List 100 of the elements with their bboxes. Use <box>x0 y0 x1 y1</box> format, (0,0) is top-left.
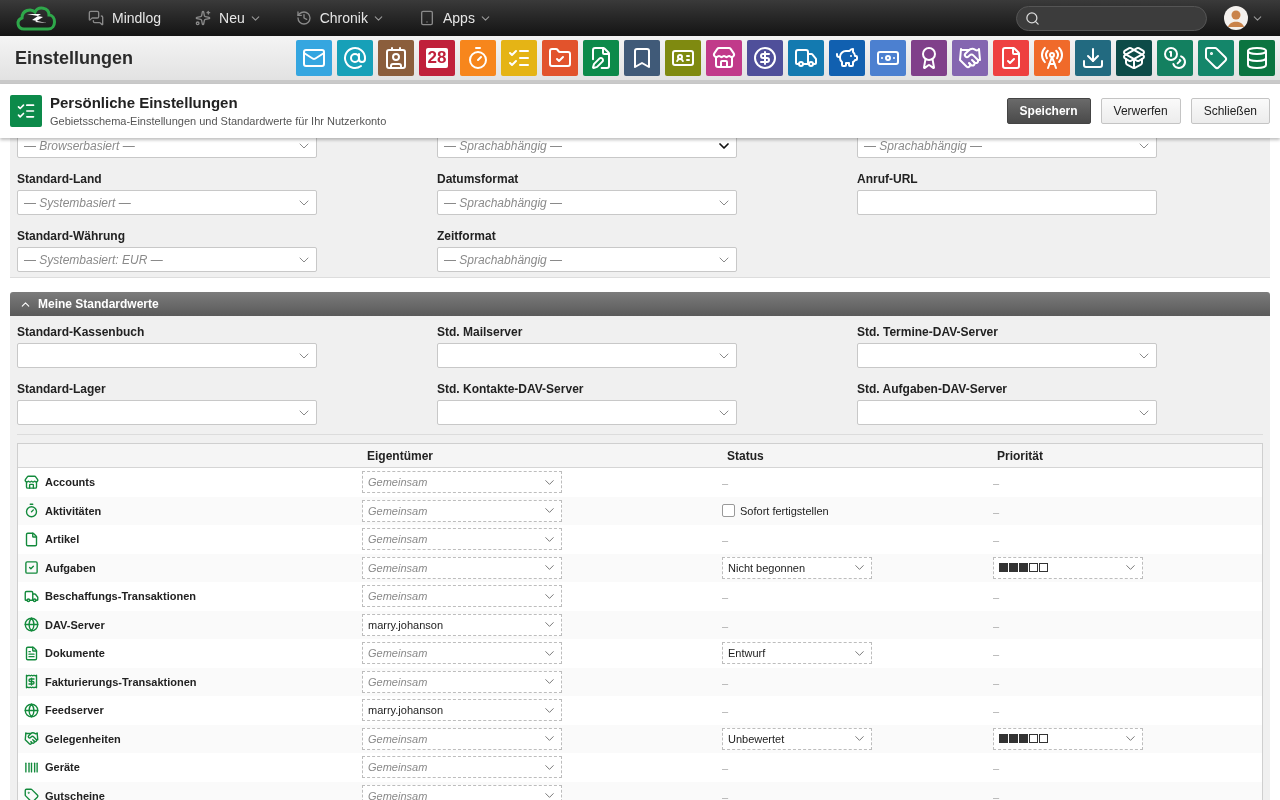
globe-icon <box>24 702 39 718</box>
empty-value: – <box>993 676 1000 689</box>
select-field[interactable]: — Sprachabhängig — <box>857 138 1157 158</box>
app-tile[interactable] <box>1239 40 1275 76</box>
checkbox[interactable] <box>722 504 735 518</box>
globe-icon <box>24 617 39 633</box>
select-field[interactable]: Gemeinsam <box>362 642 562 665</box>
app-tile[interactable] <box>460 40 496 76</box>
app-tile[interactable] <box>1075 40 1111 76</box>
select-field[interactable] <box>857 400 1157 425</box>
nav-menu-item[interactable]: Apps <box>418 7 492 29</box>
select-field[interactable]: — Sprachabhängig — <box>437 247 737 272</box>
row-name: Dokumente <box>45 646 105 661</box>
select-field[interactable]: Nicht begonnen <box>722 556 872 579</box>
checkbox-icon <box>24 560 39 576</box>
select-field[interactable] <box>17 400 317 425</box>
piggy-bank-icon <box>835 46 859 70</box>
row-name: DAV-Server <box>45 617 105 633</box>
select-field[interactable]: — Sprachabhängig — <box>437 190 737 215</box>
row-name: Aufgaben <box>45 560 96 576</box>
empty-value: – <box>993 505 1000 518</box>
logo-icon[interactable] <box>14 5 58 31</box>
input-field[interactable] <box>857 190 1157 215</box>
tablet-icon <box>418 10 435 26</box>
field-label: Standard-Lager <box>17 381 107 397</box>
app-tile[interactable] <box>542 40 578 76</box>
section-header[interactable]: Meine Standardwerte <box>10 292 1270 316</box>
app-tile[interactable] <box>1198 40 1234 76</box>
select-field[interactable] <box>437 400 737 425</box>
select-field[interactable] <box>437 343 737 368</box>
app-tile[interactable] <box>501 40 537 76</box>
field-label: Anruf-URL <box>857 171 919 187</box>
header-button[interactable]: Verwerfen <box>1100 98 1181 124</box>
select-field[interactable]: — Sprachabhängig — <box>437 138 737 158</box>
app-tile[interactable] <box>1034 40 1070 76</box>
app-tile[interactable] <box>1116 40 1152 76</box>
row-name: Gutscheine <box>45 788 105 800</box>
select-field[interactable]: Entwurf <box>722 642 872 665</box>
app-tile[interactable] <box>747 40 783 76</box>
select-field[interactable]: — Browserbasiert — <box>17 138 317 158</box>
row-name: Feedserver <box>45 703 104 718</box>
nav-menu-item[interactable]: Chronik <box>295 7 385 29</box>
app-tile[interactable] <box>788 40 824 76</box>
priority-select[interactable] <box>993 727 1143 750</box>
app-tile[interactable] <box>296 40 332 76</box>
select-field[interactable]: — Systembasiert: EUR — <box>17 247 317 272</box>
app-tile[interactable] <box>337 40 373 76</box>
select-field[interactable]: Gemeinsam <box>362 727 562 750</box>
register-icon <box>24 474 39 490</box>
select-field[interactable]: Unbewertet <box>722 727 872 750</box>
app-tile[interactable] <box>1157 40 1193 76</box>
app-tile[interactable] <box>829 40 865 76</box>
app-tile[interactable] <box>583 40 619 76</box>
select-field[interactable]: Gemeinsam <box>362 528 562 551</box>
receipt-icon <box>24 674 39 690</box>
app-tile[interactable] <box>993 40 1029 76</box>
folder-check-icon <box>548 46 572 70</box>
row-name: Beschaffungs-Transaktionen <box>45 589 196 604</box>
app-tile[interactable] <box>870 40 906 76</box>
stopwatch-icon <box>24 503 39 519</box>
select-field[interactable] <box>857 343 1157 368</box>
field-label: Zeitformat <box>437 228 497 244</box>
select-field[interactable]: Gemeinsam <box>362 670 562 693</box>
header-button[interactable]: Schließen <box>1190 98 1270 124</box>
select-field[interactable]: Gemeinsam <box>362 585 562 608</box>
app-tile[interactable] <box>624 40 660 76</box>
barcode-icon <box>24 759 39 775</box>
empty-value: – <box>993 705 1000 718</box>
select-field[interactable]: Gemeinsam <box>362 784 562 800</box>
select-field[interactable]: marry.johanson <box>362 699 562 722</box>
select-field[interactable]: marry.johanson <box>362 613 562 636</box>
download-icon <box>1081 46 1105 70</box>
search-field[interactable] <box>1016 5 1207 31</box>
nav-menu-item[interactable]: Mindlog <box>88 7 162 29</box>
package-icon <box>1122 46 1146 70</box>
header-subtitle: Gebietsschema-Einstellungen und Standardwerte für Ihr Nutzerkonto <box>50 114 387 129</box>
avatar[interactable] <box>1224 6 1248 30</box>
field-label: Datumsformat <box>437 171 520 187</box>
select-field[interactable]: — Systembasiert — <box>17 190 317 215</box>
app-tile[interactable]: 28 <box>419 40 455 76</box>
empty-value: – <box>993 790 1000 800</box>
empty-value: – <box>722 790 729 800</box>
app-tile[interactable] <box>665 40 701 76</box>
field-label: Standard-Land <box>17 171 103 187</box>
app-tile[interactable] <box>706 40 742 76</box>
app-tile[interactable] <box>911 40 947 76</box>
priority-select[interactable] <box>993 556 1143 579</box>
app-tile[interactable] <box>378 40 414 76</box>
select-field[interactable] <box>17 343 317 368</box>
select-field[interactable]: Gemeinsam <box>362 499 562 522</box>
app-tile[interactable] <box>952 40 988 76</box>
header-button[interactable]: Speichern <box>1006 98 1091 124</box>
select-field[interactable]: Gemeinsam <box>362 556 562 579</box>
select-field[interactable]: Gemeinsam <box>362 756 562 779</box>
row-name: Accounts <box>45 475 96 490</box>
empty-value: – <box>722 705 729 718</box>
select-field[interactable]: Gemeinsam <box>362 471 562 494</box>
truck-icon <box>794 46 818 70</box>
nav-menu-item[interactable]: Neu <box>195 7 262 29</box>
row-name: Aktivitäten <box>45 503 102 519</box>
